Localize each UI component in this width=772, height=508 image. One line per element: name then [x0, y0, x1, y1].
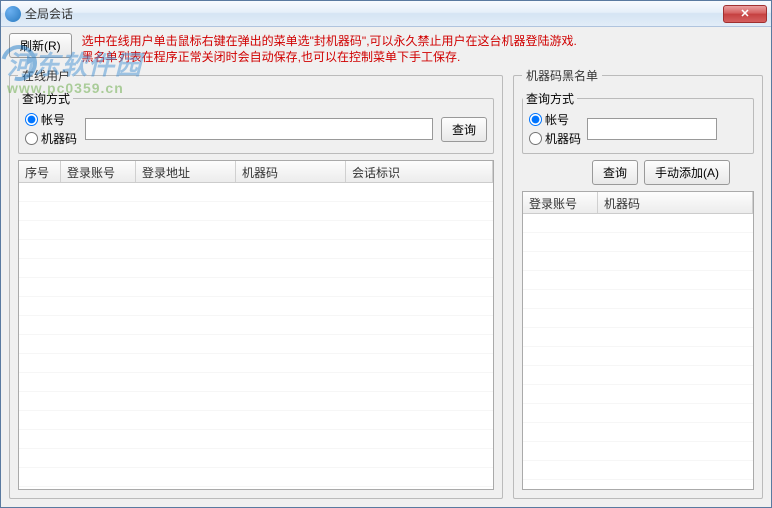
app-icon [5, 6, 21, 22]
titlebar[interactable]: 全局会话 ✕ [1, 1, 771, 27]
online-users-group: 在线用户 查询方式 帐号 机器码 [9, 67, 503, 499]
refresh-button[interactable]: 刷新(R) [9, 33, 72, 58]
left-col-sessionid[interactable]: 会话标识 [346, 161, 493, 182]
right-query-inner: 帐号 机器码 [523, 107, 753, 153]
left-query-legend: 查询方式 [19, 90, 73, 107]
hint-line-2: 黑名单列表在程序正常关闭时会自动保存,也可以在控制菜单下手工保存. [82, 49, 577, 65]
close-button[interactable]: ✕ [723, 5, 767, 23]
right-query-group: 查询方式 帐号 机器码 [522, 90, 754, 154]
right-radio-machinecode[interactable]: 机器码 [529, 130, 581, 147]
content-area: 刷新(R) 选中在线用户单击鼠标右键在弹出的菜单选"封机器码",可以永久禁止用户… [1, 27, 771, 507]
right-query-legend: 查询方式 [523, 90, 577, 107]
hint-text: 选中在线用户单击鼠标右键在弹出的菜单选"封机器码",可以永久禁止用户在这台机器登… [82, 33, 577, 65]
right-radio-group: 帐号 机器码 [529, 111, 581, 147]
manual-add-button[interactable]: 手动添加(A) [644, 160, 730, 185]
right-listview-body[interactable] [523, 214, 753, 489]
blacklist-group: 机器码黑名单 查询方式 帐号 机器码 [513, 67, 763, 499]
right-radio-account-label: 帐号 [545, 111, 569, 128]
left-col-machinecode[interactable]: 机器码 [236, 161, 346, 182]
left-radio-account[interactable]: 帐号 [25, 111, 77, 128]
close-icon: ✕ [740, 7, 749, 20]
right-listview-header: 登录账号 机器码 [523, 192, 753, 214]
right-radio-account[interactable]: 帐号 [529, 111, 581, 128]
top-row: 刷新(R) 选中在线用户单击鼠标右键在弹出的菜单选"封机器码",可以永久禁止用户… [9, 33, 763, 63]
left-radio-machinecode[interactable]: 机器码 [25, 130, 77, 147]
right-search-input[interactable] [587, 118, 717, 140]
left-search-input[interactable] [85, 118, 433, 140]
left-col-index[interactable]: 序号 [19, 161, 61, 182]
right-col-account[interactable]: 登录账号 [523, 192, 598, 213]
left-search-button[interactable]: 查询 [441, 117, 487, 142]
right-radio-machinecode-input[interactable] [529, 132, 542, 145]
left-col-account[interactable]: 登录账号 [61, 161, 136, 182]
left-listview[interactable]: 序号 登录账号 登录地址 机器码 会话标识 [18, 160, 494, 490]
left-listview-header: 序号 登录账号 登录地址 机器码 会话标识 [19, 161, 493, 183]
left-radio-group: 帐号 机器码 [25, 111, 77, 147]
left-radio-machinecode-label: 机器码 [41, 130, 77, 147]
left-listview-body[interactable] [19, 183, 493, 489]
main-columns: 在线用户 查询方式 帐号 机器码 [9, 67, 763, 499]
left-radio-account-label: 帐号 [41, 111, 65, 128]
left-query-inner: 帐号 机器码 查询 [19, 107, 493, 153]
left-radio-machinecode-input[interactable] [25, 132, 38, 145]
right-col-machinecode[interactable]: 机器码 [598, 192, 753, 213]
left-radio-account-input[interactable] [25, 113, 38, 126]
right-search-button[interactable]: 查询 [592, 160, 638, 185]
online-users-legend: 在线用户 [18, 67, 74, 84]
right-radio-machinecode-label: 机器码 [545, 130, 581, 147]
right-listview[interactable]: 登录账号 机器码 [522, 191, 754, 490]
blacklist-legend: 机器码黑名单 [522, 67, 602, 84]
window: 全局会话 ✕ 刷新(R) 选中在线用户单击鼠标右键在弹出的菜单选"封机器码",可… [0, 0, 772, 508]
right-radio-account-input[interactable] [529, 113, 542, 126]
left-col-address[interactable]: 登录地址 [136, 161, 236, 182]
window-title: 全局会话 [25, 5, 723, 22]
hint-line-1: 选中在线用户单击鼠标右键在弹出的菜单选"封机器码",可以永久禁止用户在这台机器登… [82, 33, 577, 49]
left-query-group: 查询方式 帐号 机器码 [18, 90, 494, 154]
right-buttons-row: 查询 手动添加(A) [592, 160, 754, 185]
